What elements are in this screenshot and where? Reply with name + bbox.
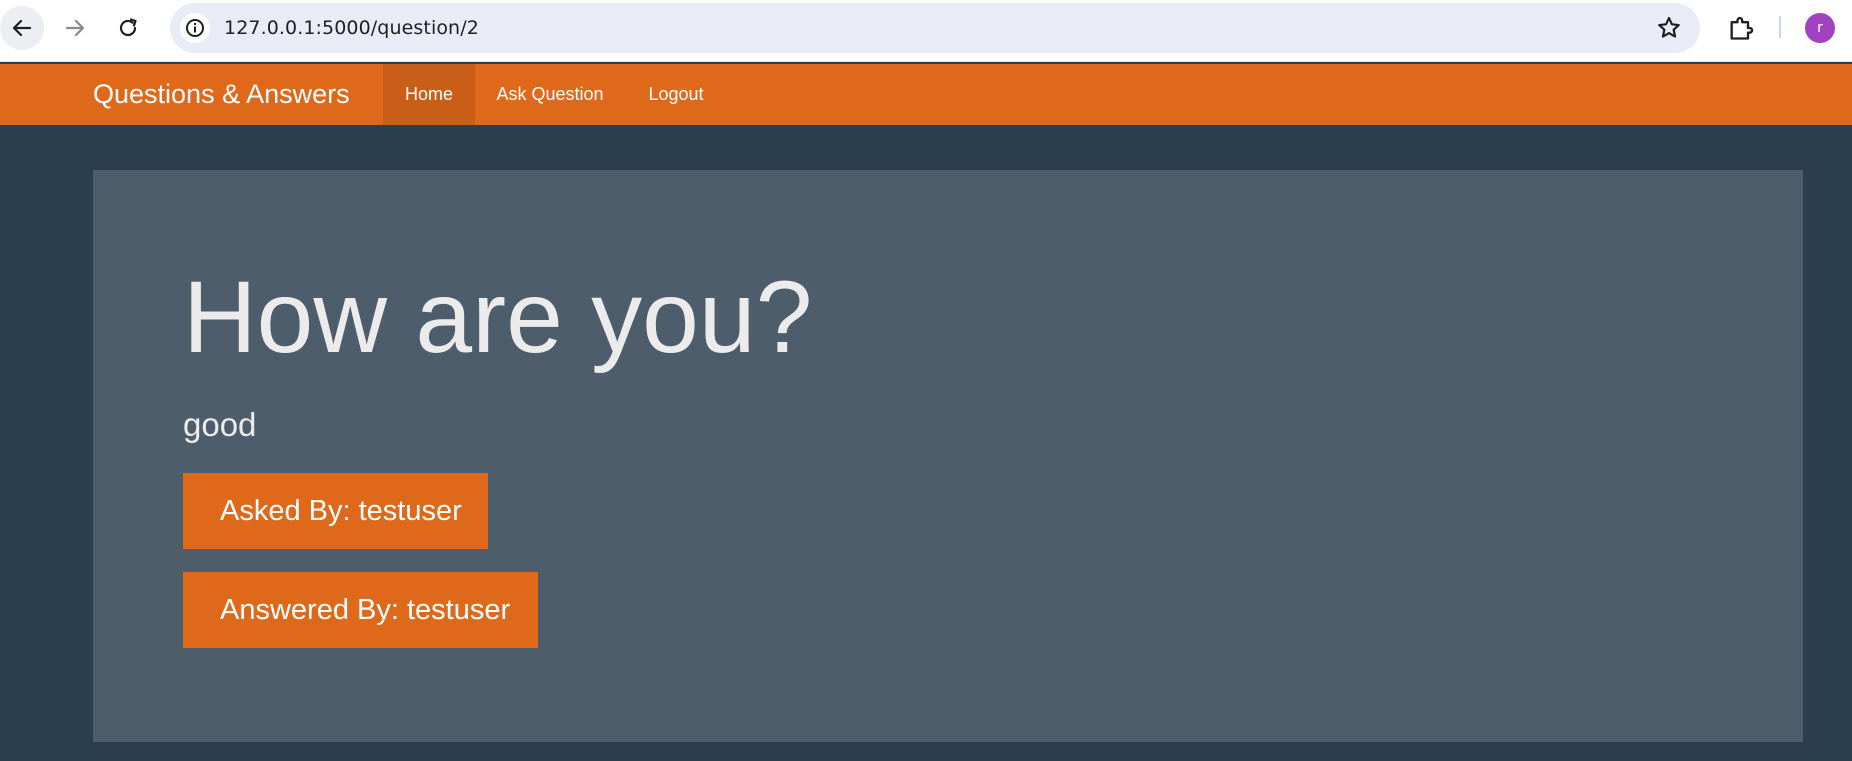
answer-text: good (183, 406, 257, 443)
question-title: How are you? (183, 260, 813, 374)
nav-item-ask-question[interactable]: Ask Question (475, 64, 625, 125)
bookmark-star-icon[interactable] (1656, 15, 1682, 46)
nav-item-home[interactable]: Home (383, 64, 475, 125)
address-bar[interactable]: 127.0.0.1:5000/question/2 (170, 3, 1700, 53)
toolbar-divider (1779, 16, 1781, 38)
site-navbar: Questions & Answers Home Ask Question Lo… (0, 64, 1852, 125)
answered-by-button[interactable]: Answered By: testuser (183, 572, 538, 648)
navbar-brand[interactable]: Questions & Answers (93, 79, 350, 110)
forward-button[interactable] (53, 6, 97, 50)
question-panel: How are you? good Asked By: testuser Ans… (93, 170, 1803, 742)
profile-avatar[interactable]: r (1805, 13, 1835, 43)
extensions-puzzle-icon[interactable] (1727, 14, 1755, 47)
arrow-left-icon (12, 19, 32, 37)
url-text[interactable]: 127.0.0.1:5000/question/2 (224, 17, 479, 39)
back-button[interactable] (0, 6, 44, 50)
arrow-right-icon (65, 19, 85, 37)
browser-toolbar: 127.0.0.1:5000/question/2 r (0, 0, 1852, 62)
nav-item-logout[interactable]: Logout (625, 64, 727, 125)
reload-icon (119, 18, 137, 37)
asked-by-button[interactable]: Asked By: testuser (183, 473, 488, 549)
reload-button[interactable] (106, 6, 150, 50)
site-info-icon[interactable] (180, 13, 210, 43)
